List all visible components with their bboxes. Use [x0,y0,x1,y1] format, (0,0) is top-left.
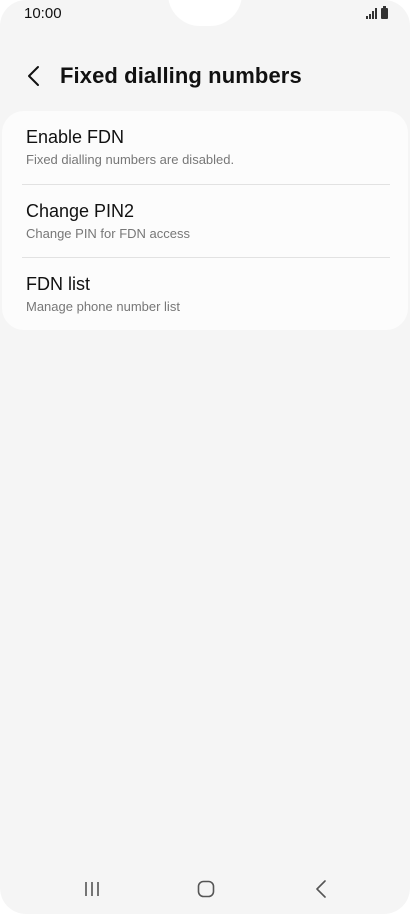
navigation-bar [0,866,410,914]
item-subtitle: Manage phone number list [26,299,180,314]
home-icon [197,880,215,898]
page-title: Fixed dialling numbers [60,63,302,88]
item-title: Change PIN2 [26,201,135,221]
item-subtitle: Fixed dialling numbers are disabled. [26,152,235,167]
status-bar: 10:00 [0,0,410,30]
battery-icon [381,6,388,19]
status-time: 10:00 [24,5,62,22]
item-subtitle: Change PIN for FDN access [26,226,191,241]
recent-apps-button[interactable] [72,874,112,904]
change-pin2-item[interactable]: Change PIN2 Change PIN for FDN access [2,185,408,258]
back-icon [316,880,326,898]
settings-card: Enable FDN Fixed dialling numbers are di… [2,111,408,330]
enable-fdn-item[interactable]: Enable FDN Fixed dialling numbers are di… [2,111,408,184]
item-title: Enable FDN [26,127,125,147]
nav-back-button[interactable] [301,874,341,904]
signal-icon [366,8,377,19]
recent-apps-icon [85,882,99,896]
phone-screen: 10:00 Fixed dialling numbers Enable FDN … [0,0,410,914]
status-icons [366,6,388,19]
fdn-list-item[interactable]: FDN list Manage phone number list [2,258,408,331]
chevron-left-icon [28,66,39,86]
home-button[interactable] [186,874,226,904]
item-title: FDN list [26,274,90,294]
back-button[interactable] [20,62,48,90]
app-bar: Fixed dialling numbers [0,52,410,102]
